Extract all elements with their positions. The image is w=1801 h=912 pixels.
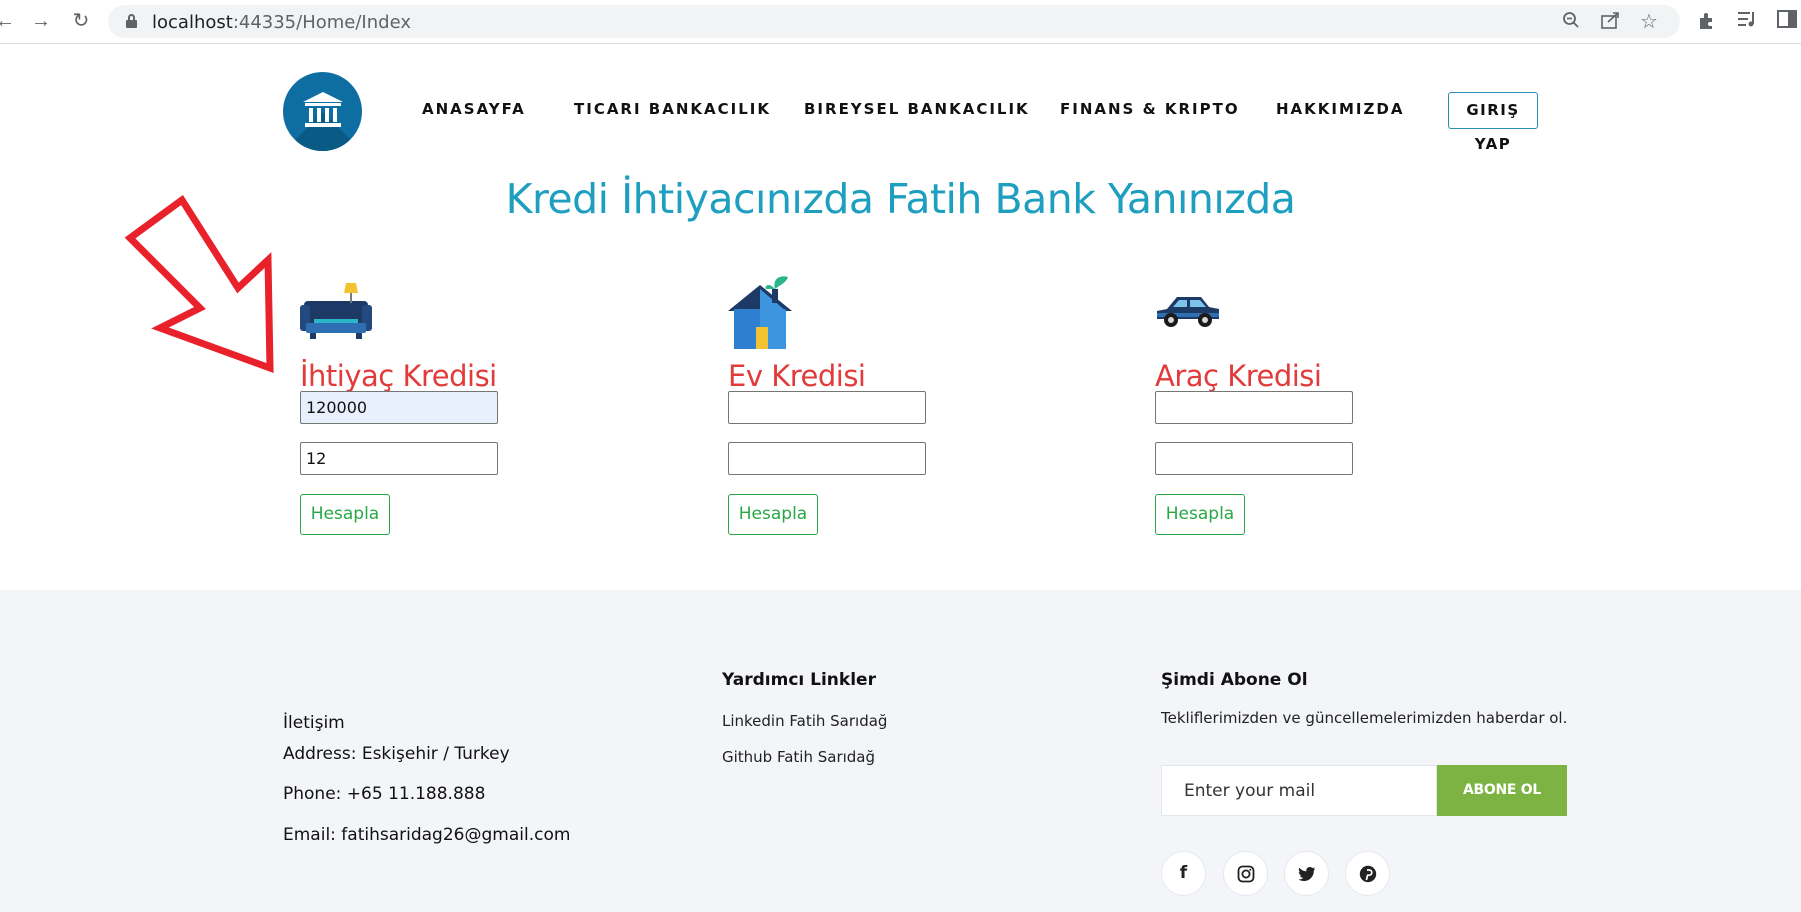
loan-term-input[interactable] bbox=[728, 442, 926, 475]
sofa-icon bbox=[300, 283, 372, 339]
reading-list-icon[interactable] bbox=[1735, 10, 1759, 34]
loan-amount-input[interactable] bbox=[300, 391, 498, 424]
twitter-icon[interactable] bbox=[1284, 851, 1329, 896]
loan-term-input[interactable] bbox=[300, 442, 498, 475]
url-host: localhost bbox=[152, 12, 233, 33]
bookmark-star-icon[interactable]: ☆ bbox=[1638, 11, 1660, 33]
footer bbox=[0, 590, 1801, 912]
subscribe-text: Tekliflerimizden ve güncellemelerimizden… bbox=[1161, 709, 1568, 727]
loan-term-input[interactable] bbox=[1155, 442, 1353, 475]
reload-icon[interactable]: ↻ bbox=[70, 10, 92, 32]
nav-ticari-bankacilik[interactable]: TICARI BANKACILIK bbox=[574, 100, 771, 118]
url-path: :44335/Home/Index bbox=[232, 12, 411, 33]
linkedin-link[interactable]: Linkedin Fatih Sarıdağ bbox=[722, 712, 887, 730]
zoom-icon[interactable] bbox=[1560, 11, 1582, 33]
bank-logo[interactable] bbox=[283, 72, 362, 151]
nav-hakkimizda[interactable]: HAKKIMIZDA bbox=[1276, 100, 1404, 118]
calculate-button[interactable]: Hesapla bbox=[300, 494, 390, 535]
contact-heading: İletişim bbox=[283, 713, 345, 733]
extensions-icon[interactable] bbox=[1695, 10, 1719, 34]
side-panel-icon[interactable] bbox=[1775, 10, 1799, 34]
calculate-button[interactable]: Hesapla bbox=[728, 494, 818, 535]
calculate-button[interactable]: Hesapla bbox=[1155, 494, 1245, 535]
address-bar[interactable]: localhost:44335/Home/Index ☆ bbox=[108, 5, 1680, 38]
loan-amount-input[interactable] bbox=[728, 391, 926, 424]
contact-email: Email: fatihsaridag26@gmail.com bbox=[283, 825, 571, 845]
forward-icon[interactable]: → bbox=[30, 10, 52, 32]
subscribe-heading: Şimdi Abone Ol bbox=[1161, 670, 1308, 690]
bank-building-icon bbox=[303, 92, 343, 127]
facebook-icon[interactable]: f bbox=[1161, 851, 1206, 896]
share-icon[interactable] bbox=[1600, 11, 1622, 33]
contact-phone: Phone: +65 11.188.888 bbox=[283, 784, 486, 804]
annotation-arrow-icon bbox=[124, 194, 274, 374]
browser-toolbar: ← → ↻ localhost:44335/Home/Index ☆ bbox=[0, 0, 1801, 44]
back-icon[interactable]: ← bbox=[0, 10, 16, 32]
links-heading: Yardımcı Linkler bbox=[722, 670, 876, 690]
subscribe-button[interactable]: ABONE OL bbox=[1437, 765, 1567, 816]
email-field[interactable] bbox=[1161, 765, 1437, 816]
nav-finans-kripto[interactable]: FINANS & KRIPTO bbox=[1060, 100, 1240, 118]
credit-title: İhtiyaç Kredisi bbox=[300, 359, 497, 393]
pinterest-icon[interactable] bbox=[1345, 851, 1390, 896]
nav-anasayfa[interactable]: ANASAYFA bbox=[422, 100, 526, 118]
credit-title: Araç Kredisi bbox=[1155, 359, 1322, 393]
login-button[interactable]: GIRIŞ YAP bbox=[1448, 92, 1538, 153]
lock-icon[interactable] bbox=[126, 14, 137, 28]
credit-title: Ev Kredisi bbox=[728, 359, 866, 393]
car-icon bbox=[1157, 297, 1219, 327]
instagram-icon[interactable] bbox=[1223, 851, 1268, 896]
github-link[interactable]: Github Fatih Sarıdağ bbox=[722, 748, 875, 766]
url-text[interactable]: localhost:44335/Home/Index bbox=[152, 12, 411, 33]
house-icon bbox=[728, 276, 792, 349]
contact-address: Address: Eskişehir / Turkey bbox=[283, 744, 510, 764]
subscribe-form: ABONE OL bbox=[1161, 765, 1567, 816]
loan-amount-input[interactable] bbox=[1155, 391, 1353, 424]
nav-bireysel-bankacilik[interactable]: BIREYSEL BANKACILIK bbox=[804, 100, 1030, 118]
